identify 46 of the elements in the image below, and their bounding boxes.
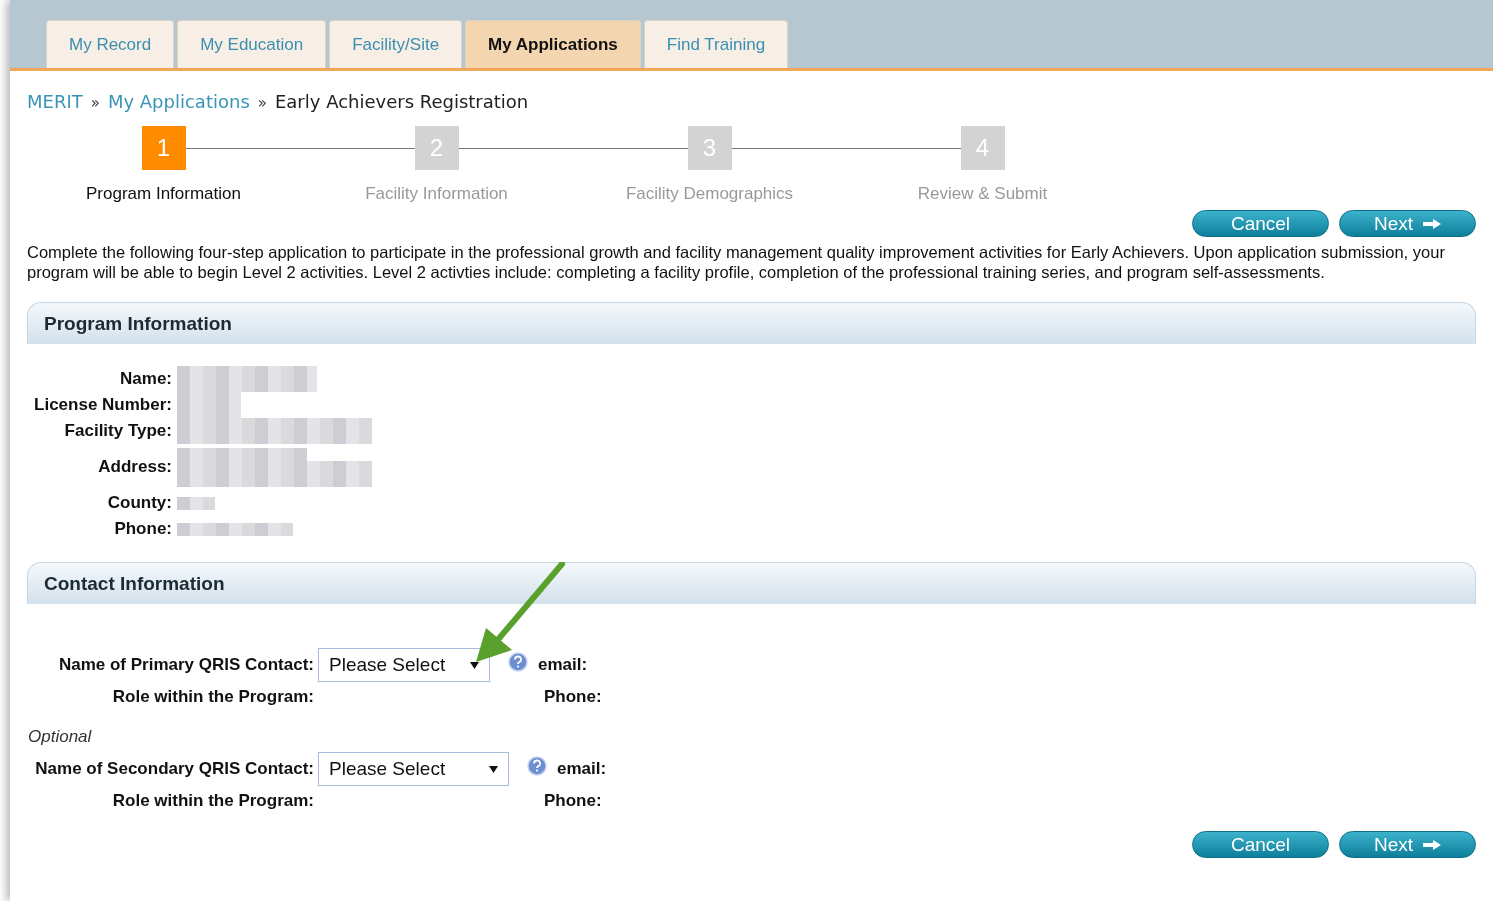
caret-icon — [489, 765, 498, 773]
intro-paragraph: Complete the following four-step application to participate in the professional growth and facility management quality improvement activities for Early Achievers. Upon application submission, your program will be able to begin Level 2 activities. Level 2 activties include: completing a facility profile, completion of the professional training series, and program self-assessments. — [27, 242, 1446, 282]
arrow-right-icon — [1423, 218, 1442, 229]
field-label: Name of Primary QRIS Contact: — [57, 655, 314, 675]
optional-note: Optional — [28, 727, 93, 747]
tab[interactable]: Facility/Site — [329, 20, 463, 68]
breadcrumb-separator: » — [90, 94, 100, 112]
step-label: Program Information — [86, 184, 241, 204]
step-label: Review & Submit — [917, 184, 1048, 204]
arrow-right-icon — [1423, 839, 1442, 850]
select-field[interactable]: Please Select — [318, 648, 490, 682]
field-label: Name of Secondary QRIS Contact: — [34, 759, 314, 779]
tab[interactable]: My Education — [177, 20, 327, 68]
help-icon[interactable] — [508, 652, 528, 672]
field-label: Phone: — [544, 687, 602, 707]
cancel-button[interactable]: Cancel — [1192, 210, 1329, 237]
step-label: Facility Information — [365, 184, 508, 204]
select-field[interactable]: Please Select — [318, 752, 509, 786]
tab[interactable]: My Record — [46, 20, 175, 68]
field-label: County: — [106, 493, 172, 513]
field-label: Role within the Program: — [111, 687, 314, 707]
breadcrumb-link[interactable]: MERIT — [27, 91, 83, 112]
breadcrumb-link[interactable]: My Applications — [107, 91, 250, 112]
step-label: Facility Demographics — [625, 184, 794, 204]
section-header: Contact Information — [27, 562, 1476, 604]
tab[interactable]: Find Training — [643, 20, 789, 68]
step-number: 1 — [141, 126, 186, 170]
caret-icon — [470, 661, 479, 669]
field-label: Name: — [119, 369, 172, 389]
breadcrumb-separator: » — [257, 94, 267, 112]
field-label: Role within the Program: — [111, 791, 314, 811]
field-label: email: — [557, 759, 607, 779]
field-label: Phone: — [113, 519, 172, 539]
cancel-button[interactable]: Cancel — [1192, 831, 1329, 858]
tab[interactable]: My Applications — [465, 20, 641, 68]
help-icon[interactable] — [527, 756, 547, 776]
field-label: email: — [538, 655, 588, 675]
field-label: Facility Type: — [63, 421, 172, 441]
next-button[interactable]: Next — [1339, 210, 1476, 237]
field-label: Address: — [97, 457, 172, 477]
section-header: Program Information — [27, 302, 1476, 344]
next-button[interactable]: Next — [1339, 831, 1476, 858]
field-label: Phone: — [544, 791, 602, 811]
field-label: License Number: — [33, 395, 172, 415]
blurred-value — [177, 496, 215, 510]
breadcrumb-current: Early Achievers Registration — [274, 91, 529, 112]
